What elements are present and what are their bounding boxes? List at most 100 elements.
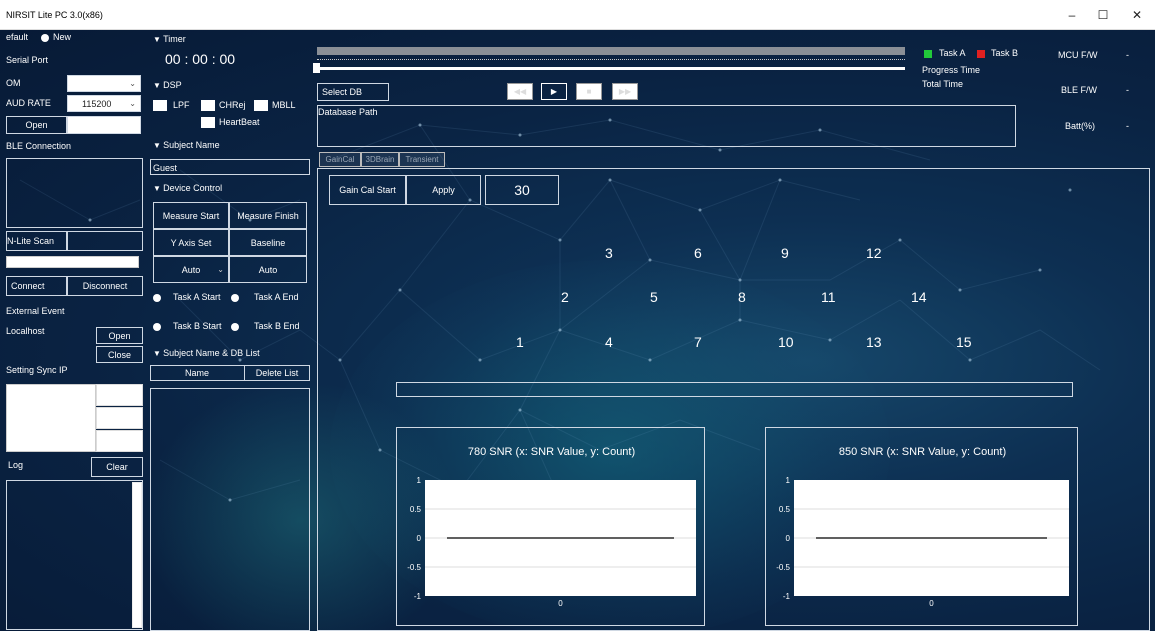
mbll-checkbox[interactable] — [254, 100, 268, 111]
mode-new-label[interactable]: New — [53, 32, 71, 42]
task-a-end-radio[interactable] — [231, 294, 239, 302]
apply-button[interactable]: Apply — [406, 175, 481, 205]
snr-850-svg: 850 SNR (x: SNR Value, y: Count) 1 0.5 0 -0.… — [776, 446, 1069, 608]
log-textarea[interactable] — [6, 480, 143, 630]
task-b-legend-label: Task B — [991, 48, 1019, 58]
ble-device-list[interactable] — [6, 158, 143, 228]
chrej-checkbox[interactable] — [201, 100, 215, 111]
channel-label: 5 — [650, 289, 658, 305]
channel-label: 1 — [516, 334, 524, 350]
y-axis-set-button[interactable]: Y Axis Set — [153, 229, 229, 256]
ble-progress-bar — [6, 256, 139, 268]
waveform-track — [317, 47, 905, 55]
mode-new-radio[interactable] — [41, 34, 49, 42]
minimize-button[interactable]: – — [1055, 3, 1089, 27]
maximize-button[interactable]: ☐ — [1086, 3, 1120, 27]
task-b-start-label: Task B Start — [173, 321, 222, 331]
gain-cal-start-button[interactable]: Gain Cal Start — [329, 175, 406, 205]
channel-label: 9 — [781, 245, 789, 261]
channel-label: 8 — [738, 289, 746, 305]
chart-title: 850 SNR (x: SNR Value, y: Count) — [839, 446, 1006, 458]
chrej-label: CHRej — [219, 100, 246, 110]
sync-ip-button-3[interactable] — [96, 430, 143, 452]
baud-rate-select[interactable]: 115200 ⌄ — [67, 95, 141, 112]
lpf-checkbox[interactable] — [153, 100, 167, 111]
channel-label: 14 — [911, 289, 927, 305]
task-b-legend-swatch — [977, 50, 985, 58]
name-column-header: Name — [185, 368, 210, 378]
ble-fw-value: - — [1126, 85, 1129, 95]
scan-aux-button[interactable] — [67, 231, 143, 251]
disconnect-button[interactable]: Disconnect — [67, 276, 143, 296]
tab-gaincal[interactable]: GainCal — [319, 152, 361, 167]
snr-850-chart: 850 SNR (x: SNR Value, y: Count) 1 0.5 0 -0.… — [765, 427, 1078, 626]
select-db-button[interactable]: Select DB — [317, 83, 389, 101]
heartbeat-checkbox[interactable] — [201, 117, 215, 128]
database-path-box[interactable] — [317, 105, 1016, 147]
external-open-button[interactable]: Open — [96, 327, 143, 344]
task-b-end-radio[interactable] — [231, 323, 239, 331]
stop-button[interactable]: ■ — [576, 83, 602, 100]
open-port-button[interactable]: Open — [6, 116, 67, 134]
fast-forward-button[interactable]: ▶▶ — [612, 83, 638, 100]
sync-ip-input[interactable] — [6, 384, 96, 452]
gain-value-input[interactable]: 30 — [485, 175, 559, 205]
task-a-legend-swatch — [924, 50, 932, 58]
tab-3dbrain[interactable]: 3DBrain — [361, 152, 399, 167]
delete-list-button[interactable]: Delete List — [244, 365, 310, 381]
device-control-header: ▼ Device Control — [153, 183, 223, 193]
baud-rate-label: AUD RATE — [6, 98, 51, 108]
play-icon: ▶ — [550, 87, 558, 96]
window-title: NIRSIT Lite PC 3.0(x86) — [6, 10, 103, 20]
com-port-label: OM — [6, 78, 21, 88]
y-tick-label: 1 — [786, 476, 791, 485]
chevron-down-icon: ⌄ — [129, 79, 136, 88]
measure-finish-button[interactable]: Measure Finish — [229, 202, 307, 229]
playback-slider[interactable] — [317, 67, 905, 70]
measure-start-button[interactable]: Measure Start — [153, 202, 229, 229]
gaincal-progress-bar — [396, 382, 1073, 397]
heartbeat-label: HeartBeat — [219, 117, 260, 127]
title-bar: NIRSIT Lite PC 3.0(x86) – ☐ ✕ — [0, 0, 1155, 30]
mode-default-label[interactable]: efault — [6, 32, 28, 42]
total-time-label: Total Time — [922, 79, 964, 89]
nlite-scan-button[interactable]: N-Lite Scan — [6, 231, 67, 251]
subject-name-input[interactable]: Guest — [150, 159, 310, 175]
rewind-button[interactable]: ◀◀ — [507, 83, 533, 100]
snr-780-svg: 780 SNR (x: SNR Value, y: Count) 1 0.5 0 -0.… — [407, 446, 696, 608]
external-close-button[interactable]: Close — [96, 346, 143, 363]
close-button[interactable]: ✕ — [1120, 3, 1154, 27]
subject-db-header: ▼ Subject Name & DB List — [153, 348, 260, 358]
auto-select[interactable]: Auto ⌄ — [153, 256, 229, 283]
mbll-label: MBLL — [272, 100, 296, 110]
external-event-label: External Event — [6, 306, 65, 316]
channel-label: 13 — [866, 334, 882, 350]
baseline-button[interactable]: Baseline — [229, 229, 307, 256]
channel-label: 3 — [605, 245, 613, 261]
com-port-select[interactable]: ⌄ — [67, 75, 141, 92]
task-b-end-label: Task B End — [254, 321, 300, 331]
y-tick-label: -1 — [783, 592, 791, 601]
connect-button[interactable]: Connect — [6, 276, 67, 296]
log-scrollbar[interactable] — [132, 482, 142, 628]
sync-ip-button-1[interactable] — [96, 384, 143, 406]
sync-ip-button-2[interactable] — [96, 407, 143, 429]
close-port-button[interactable] — [67, 116, 141, 134]
baud-rate-value: 115200 — [82, 98, 112, 109]
channel-label: 11 — [821, 289, 836, 305]
channel-label: 12 — [866, 245, 882, 261]
clear-log-button[interactable]: Clear — [91, 457, 143, 477]
task-a-start-radio[interactable] — [153, 294, 161, 302]
tab-transient[interactable]: Transient — [399, 152, 445, 167]
stop-icon: ■ — [586, 87, 592, 96]
channel-label: 4 — [605, 334, 613, 350]
play-button[interactable]: ▶ — [541, 83, 567, 100]
subject-db-list[interactable] — [150, 388, 310, 631]
task-a-legend-label: Task A — [939, 48, 966, 58]
auto-button[interactable]: Auto — [229, 256, 307, 283]
battery-value: - — [1126, 121, 1129, 131]
slider-thumb[interactable] — [313, 63, 320, 73]
lpf-label: LPF — [173, 100, 190, 110]
task-b-start-radio[interactable] — [153, 323, 161, 331]
serial-port-label: Serial Port — [6, 55, 49, 65]
